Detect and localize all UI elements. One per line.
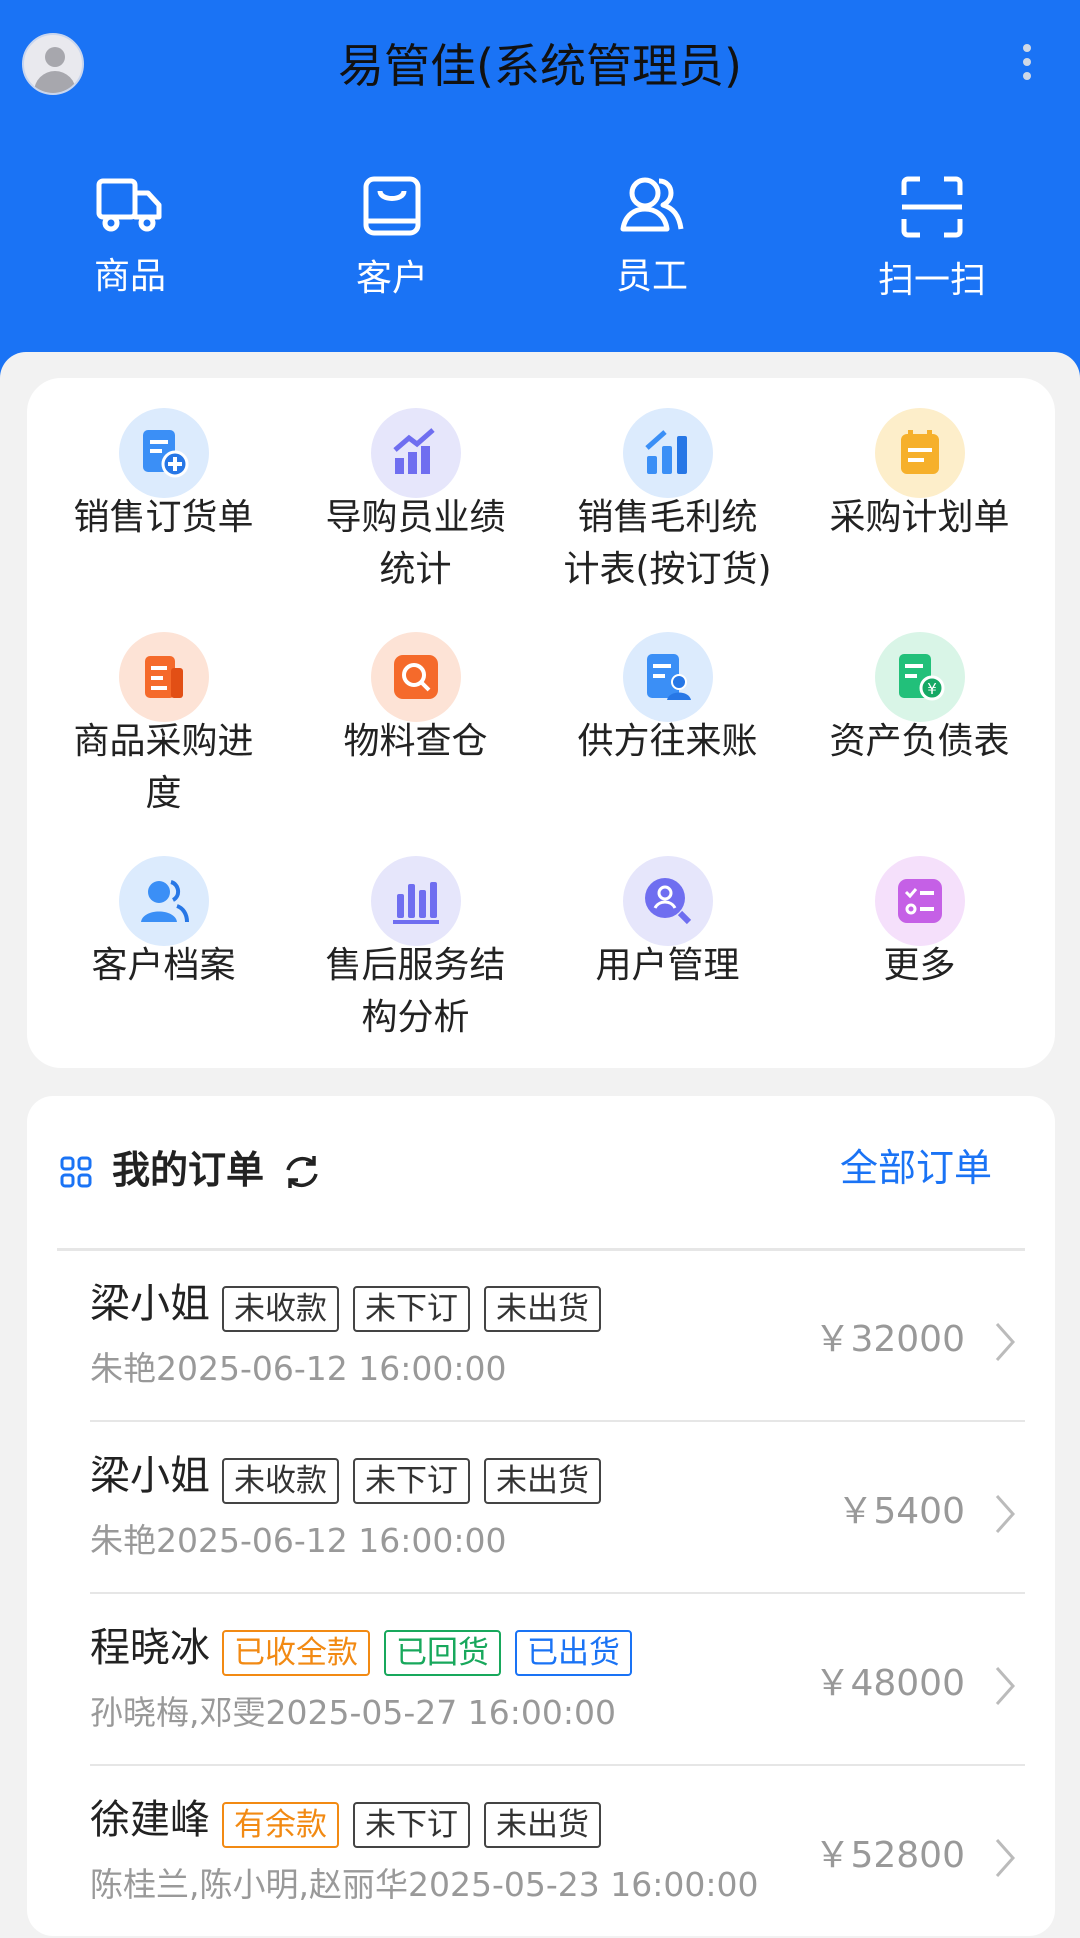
document-add-icon: [118, 408, 209, 498]
more-list-icon: [874, 856, 965, 946]
quick-staff-button[interactable]: 员工: [552, 175, 752, 297]
chevron-right-icon: [995, 1839, 1016, 1877]
chevron-right-icon: [995, 1495, 1016, 1533]
all-orders-link[interactable]: 全部订单: [840, 1144, 992, 1192]
order-customer-name: 徐建峰: [90, 1797, 210, 1843]
grid-item-label: 销售毛利统计表(按订货): [563, 497, 772, 590]
report-icon: [118, 632, 209, 722]
user-search-icon: [622, 856, 713, 946]
status-badge: 未收款: [222, 1286, 339, 1332]
grid-item-label: 用户管理: [595, 945, 740, 986]
order-amount: ￥52800: [814, 1835, 965, 1876]
order-amount: ￥5400: [837, 1491, 965, 1532]
status-badge: 已出货: [515, 1630, 632, 1676]
grid-icon: [60, 1156, 92, 1188]
grid-item-guide-performance[interactable]: 导购员业绩统计: [287, 408, 544, 596]
analysis-chart-icon: [370, 856, 461, 946]
customers-icon: [118, 856, 209, 946]
orders-title: 我的订单: [112, 1148, 265, 1192]
grid-item-material-check[interactable]: 物料查仓: [287, 632, 544, 768]
orders-header: 我的订单 全部订单: [60, 1140, 1020, 1200]
quick-staff-label: 员工: [615, 256, 688, 297]
grid-item-balance-sheet[interactable]: ¥ 资产负债表: [791, 632, 1048, 768]
grid-item-customer-profile[interactable]: 客户档案: [35, 856, 292, 992]
status-badge: 未出货: [484, 1286, 601, 1332]
grid-item-label: 更多: [883, 945, 956, 986]
grid-item-aftersales-analysis[interactable]: 售后服务结构分析: [287, 856, 544, 1044]
status-badge: 已回货: [384, 1630, 501, 1676]
order-tags: 有余款 未下订 未出货: [222, 1802, 601, 1848]
more-menu-icon[interactable]: [1012, 40, 1042, 90]
grid-item-label: 资产负债表: [829, 721, 1010, 762]
order-row[interactable]: 梁小姐 未收款 未下订 未出货 朱艳2025-06-12 16:00:00 ￥5…: [90, 1422, 1025, 1594]
order-staff-date: 陈桂兰,陈小明,赵丽华2025-05-23 16:00:00: [90, 1865, 759, 1904]
status-badge: 未下订: [353, 1286, 470, 1332]
grid-item-label: 供方往来账: [577, 721, 758, 762]
quick-scan-label: 扫一扫: [877, 260, 986, 301]
order-tags: 未收款 未下订 未出货: [222, 1458, 601, 1504]
bar-chart-icon: [622, 408, 713, 498]
grid-item-user-management[interactable]: 用户管理: [539, 856, 796, 992]
chevron-right-icon: [995, 1667, 1016, 1705]
quick-scan-button[interactable]: 扫一扫: [832, 175, 1032, 301]
grid-item-label: 导购员业绩统计: [325, 497, 506, 590]
quick-customers-label: 客户: [355, 258, 428, 299]
status-badge: 未出货: [484, 1458, 601, 1504]
order-row[interactable]: 梁小姐 未收款 未下订 未出货 朱艳2025-06-12 16:00:00 ￥3…: [90, 1250, 1025, 1422]
status-badge: 未出货: [484, 1802, 601, 1848]
order-amount: ￥32000: [814, 1319, 965, 1360]
truck-icon: [96, 178, 162, 232]
order-staff-date: 朱艳2025-06-12 16:00:00: [90, 1349, 507, 1388]
status-badge: 未下订: [353, 1458, 470, 1504]
grid-item-label: 客户档案: [91, 945, 236, 986]
order-customer-name: 梁小姐: [90, 1453, 210, 1499]
order-tags: 未收款 未下订 未出货: [222, 1286, 601, 1332]
quick-goods-label: 商品: [93, 256, 166, 297]
order-staff-date: 孙晓梅,邓雯2025-05-27 16:00:00: [90, 1693, 616, 1732]
grid-item-label: 采购计划单: [829, 497, 1010, 538]
order-row[interactable]: 程晓冰 已收全款 已回货 已出货 孙晓梅,邓雯2025-05-27 16:00:…: [90, 1594, 1025, 1766]
grid-item-sales-order[interactable]: 销售订货单: [35, 408, 292, 544]
grid-item-label: 商品采购进度: [73, 721, 254, 814]
status-badge: 未下订: [353, 1802, 470, 1848]
grid-item-label: 售后服务结构分析: [325, 945, 506, 1038]
scan-icon: [901, 176, 963, 238]
quick-customers-button[interactable]: 客户: [292, 175, 492, 299]
grid-item-purchase-progress[interactable]: 商品采购进度: [35, 632, 292, 820]
grid-item-gross-profit[interactable]: 销售毛利统计表(按订货): [539, 408, 796, 596]
growth-chart-icon: [370, 408, 461, 498]
order-customer-name: 程晓冰: [90, 1625, 210, 1671]
app-title: 易管佳(系统管理员): [338, 39, 742, 93]
grid-item-supplier-account[interactable]: 供方往来账: [539, 632, 796, 768]
order-amount: ￥48000: [814, 1663, 965, 1704]
grid-item-purchase-plan[interactable]: 采购计划单: [791, 408, 1048, 544]
status-badge: 未收款: [222, 1458, 339, 1504]
status-badge: 有余款: [222, 1802, 339, 1848]
chevron-right-icon: [995, 1323, 1016, 1361]
grid-item-more[interactable]: 更多: [791, 856, 1048, 992]
people-icon: [620, 177, 684, 232]
order-customer-name: 梁小姐: [90, 1281, 210, 1327]
quick-goods-button[interactable]: 商品: [30, 175, 230, 297]
ledger-person-icon: [622, 632, 713, 722]
refresh-icon[interactable]: [282, 1152, 322, 1192]
grid-item-label: 销售订货单: [73, 497, 254, 538]
svg-text:¥: ¥: [927, 680, 937, 698]
order-staff-date: 朱艳2025-06-12 16:00:00: [90, 1521, 507, 1560]
balance-sheet-icon: ¥: [874, 632, 965, 722]
clipboard-icon: [874, 408, 965, 498]
shopping-bag-icon: [363, 176, 421, 236]
order-row[interactable]: 徐建峰 有余款 未下订 未出货 陈桂兰,陈小明,赵丽华2025-05-23 16…: [90, 1766, 1025, 1938]
search-box-icon: [370, 632, 461, 722]
order-tags: 已收全款 已回货 已出货: [222, 1630, 632, 1676]
grid-item-label: 物料查仓: [343, 721, 488, 762]
status-badge: 已收全款: [222, 1630, 370, 1676]
